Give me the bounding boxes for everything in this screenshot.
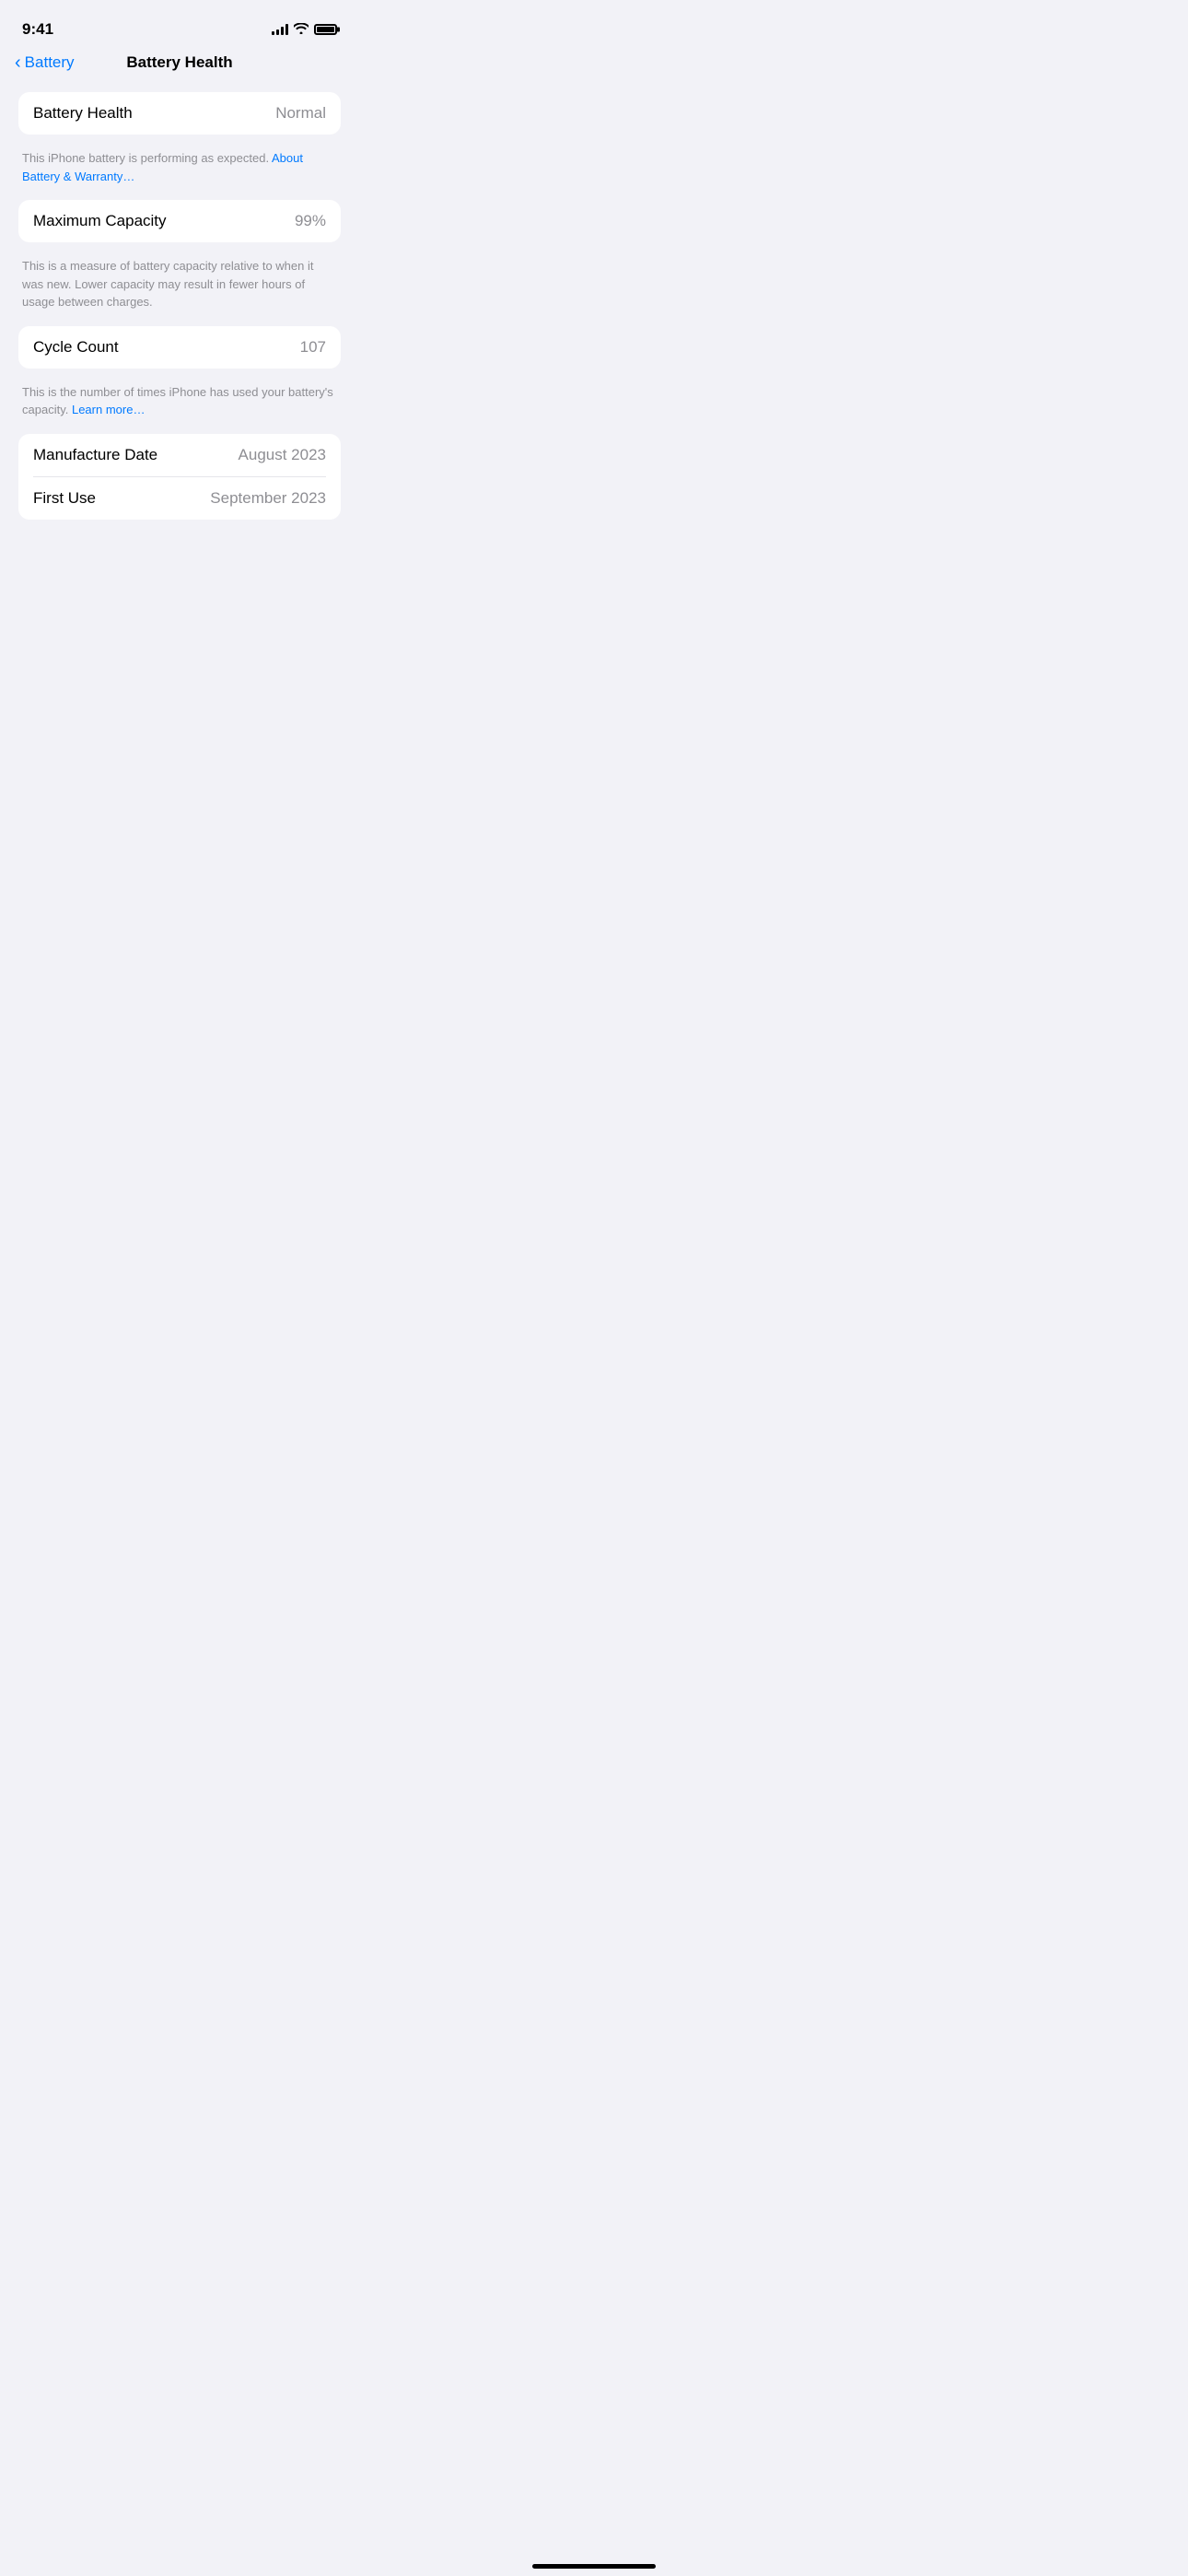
battery-health-description: This iPhone battery is performing as exp…: [18, 142, 341, 200]
learn-more-link[interactable]: Learn more…: [72, 403, 145, 416]
status-time: 9:41: [22, 20, 53, 39]
wifi-icon: [294, 22, 309, 37]
home-indicator: [532, 2564, 656, 2569]
battery-health-card: Battery Health Normal: [18, 92, 341, 135]
manufacture-date-value: August 2023: [239, 446, 326, 464]
first-use-label: First Use: [33, 489, 96, 508]
status-icons: [272, 22, 337, 37]
maximum-capacity-value: 99%: [295, 212, 326, 230]
dates-card: Manufacture Date August 2023 First Use S…: [18, 434, 341, 520]
cycle-count-description: This is the number of times iPhone has u…: [18, 376, 341, 434]
cycle-count-card: Cycle Count 107: [18, 326, 341, 369]
battery-health-label: Battery Health: [33, 104, 133, 123]
content-area: Battery Health Normal This iPhone batter…: [0, 83, 359, 564]
battery-status-icon: [314, 24, 337, 35]
maximum-capacity-row: Maximum Capacity 99%: [33, 200, 326, 242]
navigation-bar: ‹ Battery Battery Health: [0, 46, 359, 83]
cycle-count-value: 107: [300, 338, 326, 357]
back-label: Battery: [25, 53, 75, 72]
battery-health-value: Normal: [275, 104, 326, 123]
page-title: Battery Health: [126, 53, 232, 72]
back-chevron-icon: ‹: [15, 53, 21, 72]
first-use-value: September 2023: [210, 489, 326, 508]
battery-health-row: Battery Health Normal: [33, 92, 326, 135]
cycle-count-row: Cycle Count 107: [33, 326, 326, 369]
signal-bars-icon: [272, 24, 288, 35]
first-use-row: First Use September 2023: [33, 476, 326, 520]
maximum-capacity-description: This is a measure of battery capacity re…: [18, 250, 341, 326]
back-button[interactable]: ‹ Battery: [15, 53, 75, 72]
manufacture-date-row: Manufacture Date August 2023: [33, 434, 326, 476]
maximum-capacity-card: Maximum Capacity 99%: [18, 200, 341, 242]
manufacture-date-label: Manufacture Date: [33, 446, 157, 464]
status-bar: 9:41: [0, 0, 359, 46]
maximum-capacity-label: Maximum Capacity: [33, 212, 167, 230]
cycle-count-label: Cycle Count: [33, 338, 119, 357]
